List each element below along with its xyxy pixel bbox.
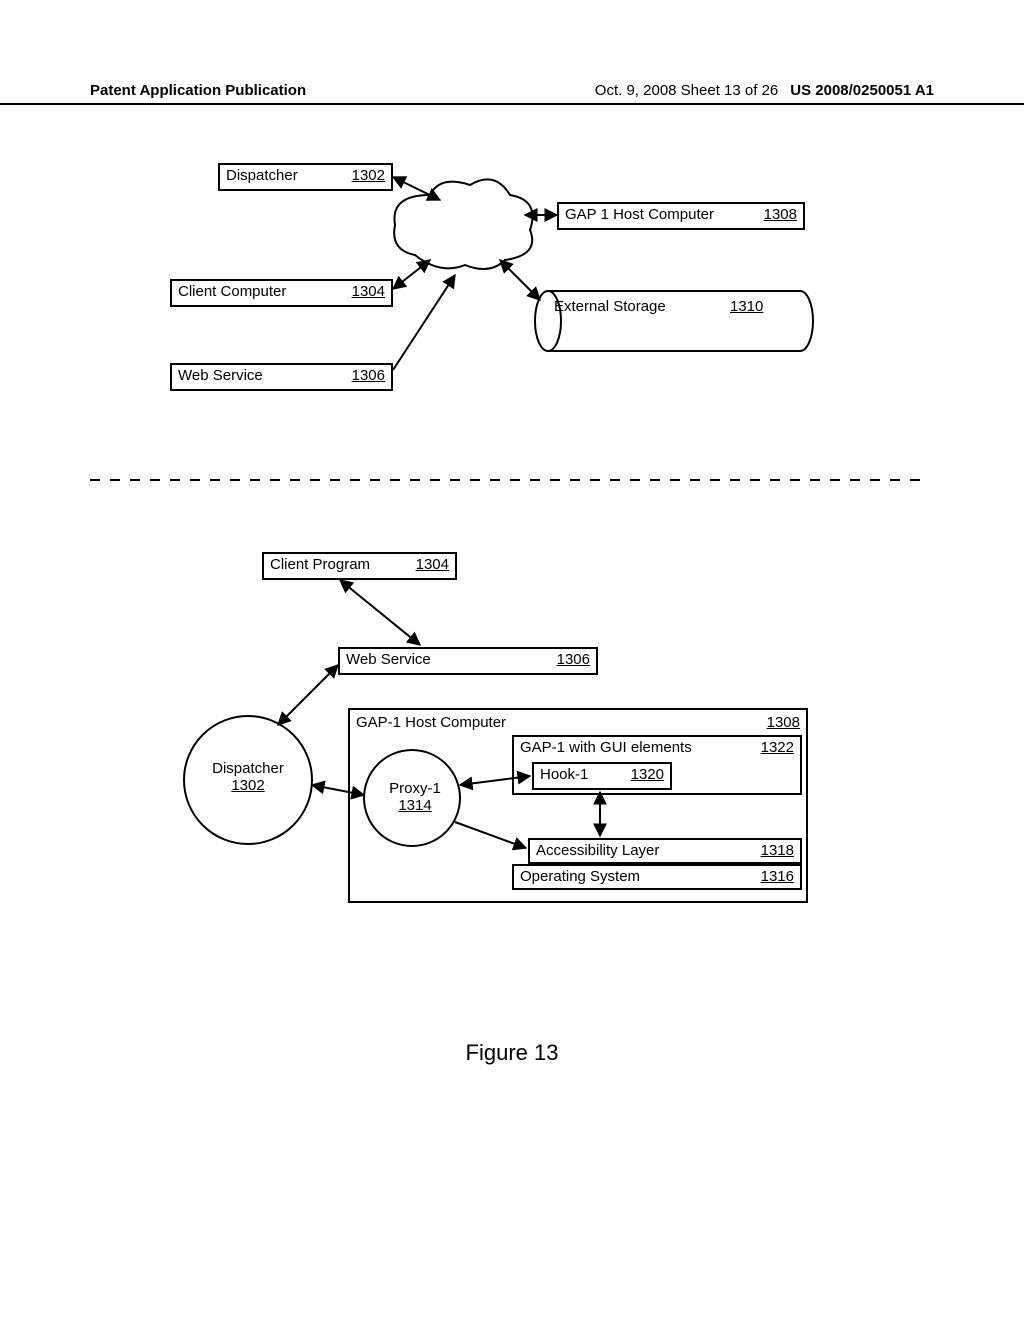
diagram-svg [0, 0, 1024, 1320]
proxy-circle-icon [364, 750, 460, 846]
arrow-dispatcher-proxy [312, 785, 364, 795]
page: Patent Application Publication Oct. 9, 2… [0, 0, 1024, 1320]
arrow-web-dispatcher [278, 665, 338, 725]
arrow-client-web [340, 580, 420, 645]
arrow-webservice-networks [393, 275, 455, 370]
cylinder-icon [535, 291, 813, 351]
cloud-icon [394, 179, 532, 269]
arrow-client-networks [393, 260, 430, 289]
dispatcher-circle-icon [184, 716, 312, 844]
arrow-proxy-hook [460, 776, 530, 785]
arrow-proxy-accessibility [455, 822, 526, 848]
arrow-networks-storage [500, 260, 540, 300]
